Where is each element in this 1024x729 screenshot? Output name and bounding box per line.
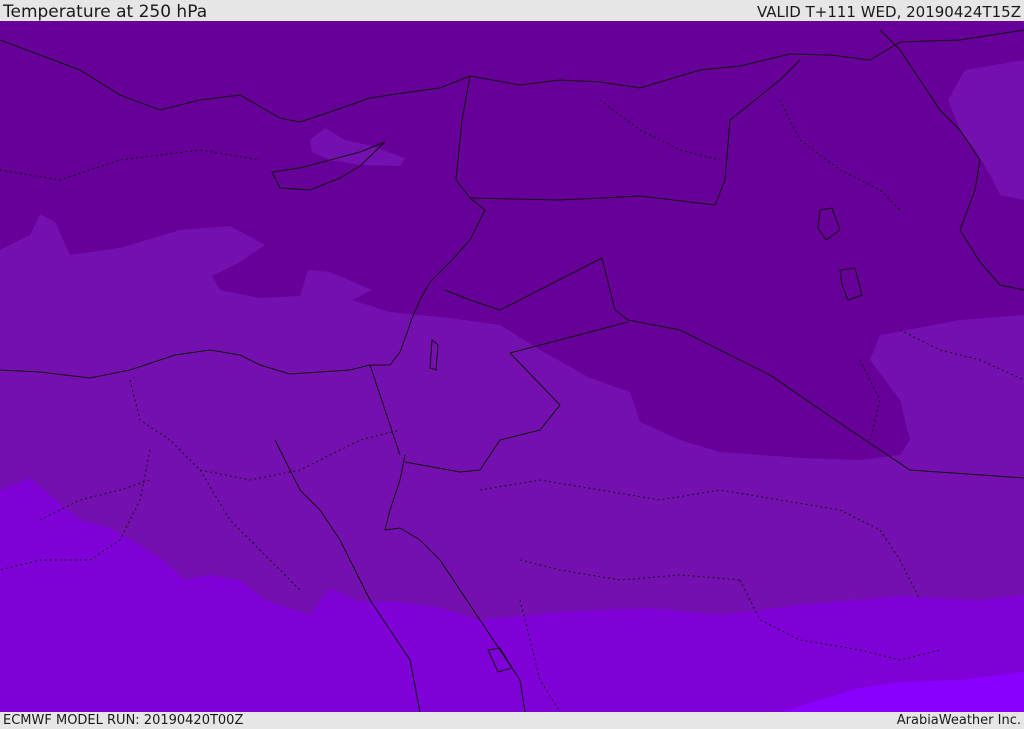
header-bar: Temperature at 250 hPa VALID T+111 WED, … [0,0,1024,21]
valid-time: VALID T+111 WED, 20190424T15Z [756,3,1021,21]
temperature-map[interactable] [0,21,1024,712]
model-run: ECMWF MODEL RUN: 20190420T00Z [3,713,244,728]
footer-bar: ECMWF MODEL RUN: 20190420T00Z ArabiaWeat… [0,712,1024,729]
map-panel[interactable] [0,21,1024,712]
map-title: Temperature at 250 hPa [3,2,208,22]
credit-text: ArabiaWeather Inc. [896,713,1021,728]
